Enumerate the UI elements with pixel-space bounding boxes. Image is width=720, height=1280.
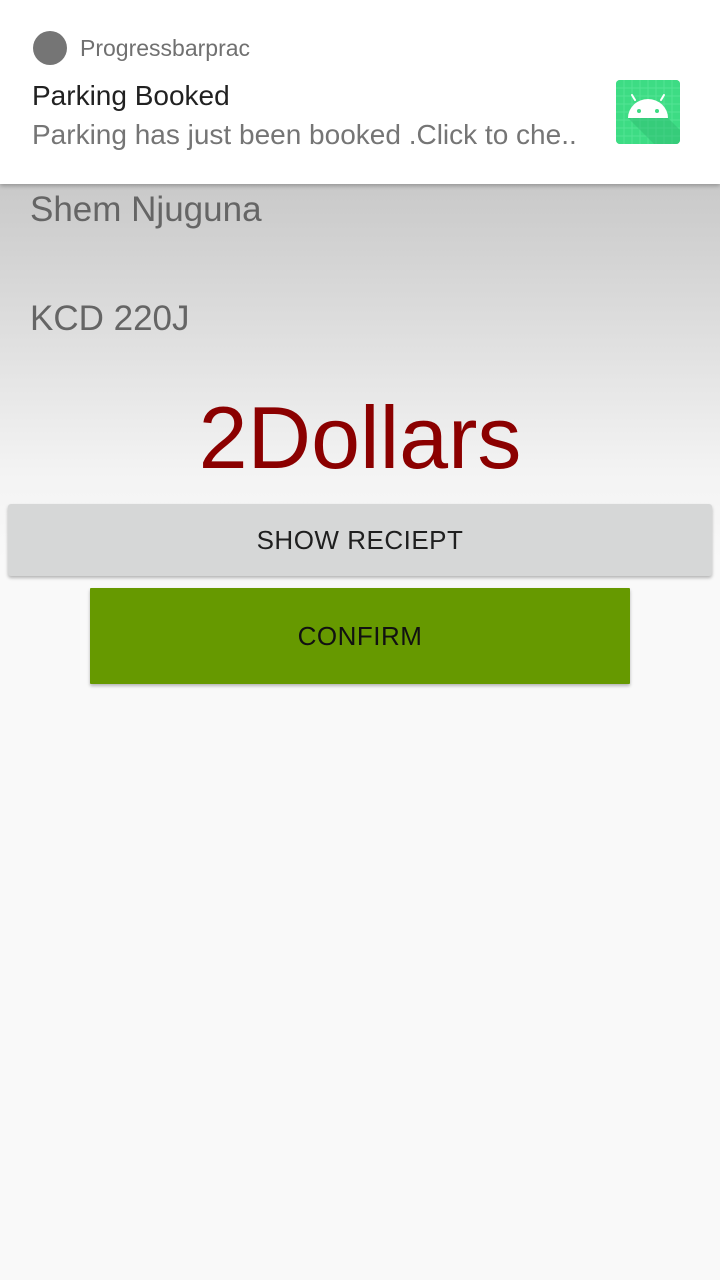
notification-title: Parking Booked (32, 80, 230, 111)
notification-app-name: Progressbarprac (80, 35, 251, 61)
android-robot-icon (616, 80, 680, 144)
notification-text: Parking has just been booked .Click to c… (32, 119, 577, 150)
user-name: Shem Njuguna (30, 190, 262, 229)
app-small-icon (33, 31, 67, 65)
show-receipt-button[interactable]: SHOW RECIEPT (8, 504, 712, 576)
parking-price: 2Dollars (198, 388, 522, 487)
notification-card[interactable]: Progressbarprac Parking Booked Parking h… (0, 0, 720, 184)
app-screen: Progressbarprac Parking Booked Parking h… (0, 0, 720, 1280)
confirm-button[interactable]: CONFIRM (90, 588, 630, 684)
license-plate: KCD 220J (30, 299, 190, 338)
